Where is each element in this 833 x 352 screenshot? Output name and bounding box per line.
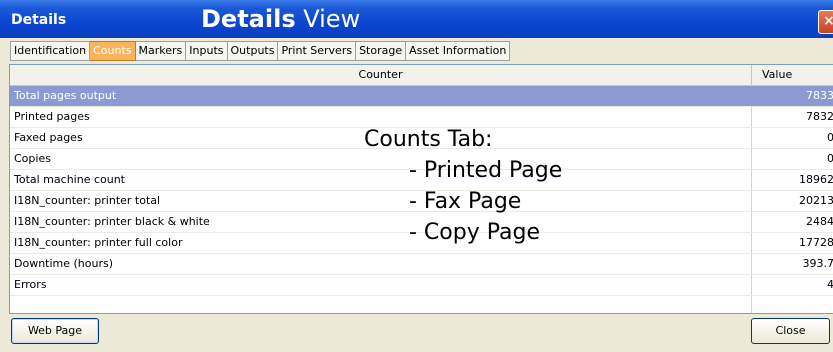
counter-cell: I18N_counter: printer full color xyxy=(14,236,183,249)
value-cell: 0 xyxy=(827,149,833,169)
window-title: Details xyxy=(11,12,67,28)
table-row[interactable]: Total pages output 7833 xyxy=(10,86,833,107)
value-cell: 2484 xyxy=(806,215,833,228)
heading-bold: Details xyxy=(201,5,296,33)
counter-cell: I18N_counter: printer total xyxy=(14,194,161,207)
close-button[interactable]: Close xyxy=(751,318,830,344)
value-cell: 7833 xyxy=(806,89,833,102)
close-icon[interactable]: × xyxy=(818,10,833,34)
tab-identification[interactable]: Identification xyxy=(10,41,91,61)
value-cell: 17728 xyxy=(799,236,833,249)
counter-cell: Total machine count xyxy=(14,173,125,186)
tab-outputs[interactable]: Outputs xyxy=(227,41,279,61)
column-header-counter[interactable]: Counter xyxy=(10,65,752,85)
title-bar: Details Details View × xyxy=(0,0,833,38)
tab-markers[interactable]: Markers xyxy=(135,41,187,61)
tab-storage[interactable]: Storage xyxy=(356,41,407,61)
counter-cell: Printed pages xyxy=(14,110,90,123)
value-cell: 393.7 xyxy=(802,257,833,270)
value-cell: 20213 xyxy=(799,194,833,207)
column-header-value[interactable]: Value xyxy=(752,65,833,85)
tab-counts[interactable]: Counts xyxy=(90,41,136,61)
annotation-item: - Copy Page xyxy=(409,220,540,245)
counter-cell: I18N_counter: printer black & white xyxy=(14,215,210,228)
tab-inputs[interactable]: Inputs xyxy=(186,41,228,61)
table-header: Counter Value xyxy=(10,65,833,86)
heading-rest: View xyxy=(295,5,361,33)
web-page-button[interactable]: Web Page xyxy=(11,318,99,344)
annotation-title: Counts Tab: xyxy=(364,127,493,152)
tab-bar: Identification Counts Markers Inputs Out… xyxy=(10,41,511,61)
tab-asset-information[interactable]: Asset Information xyxy=(406,41,511,61)
counter-cell: Errors xyxy=(14,278,47,291)
details-window: Details Details View × Identification Co… xyxy=(0,0,833,352)
counter-cell: Faxed pages xyxy=(14,131,83,144)
counter-cell: Total pages output xyxy=(14,89,117,102)
value-cell: 7832 xyxy=(806,110,833,123)
value-cell: 18962 xyxy=(799,173,833,186)
counter-cell: Copies xyxy=(14,152,51,165)
window-heading: Details View xyxy=(201,4,360,34)
annotation-item: - Printed Page xyxy=(409,158,563,183)
table-row[interactable]: Downtime (hours) 393.7 xyxy=(10,254,833,275)
value-cell: 4 xyxy=(827,275,833,295)
value-cell: 0 xyxy=(827,128,833,148)
tab-print-servers[interactable]: Print Servers xyxy=(278,41,357,61)
annotation-item: - Fax Page xyxy=(409,189,522,214)
counter-cell: Downtime (hours) xyxy=(14,257,114,270)
table-row[interactable]: Errors 4 xyxy=(10,275,833,296)
annotation-overlay: Counts Tab: - Printed Page - Fax Page - … xyxy=(364,124,562,248)
